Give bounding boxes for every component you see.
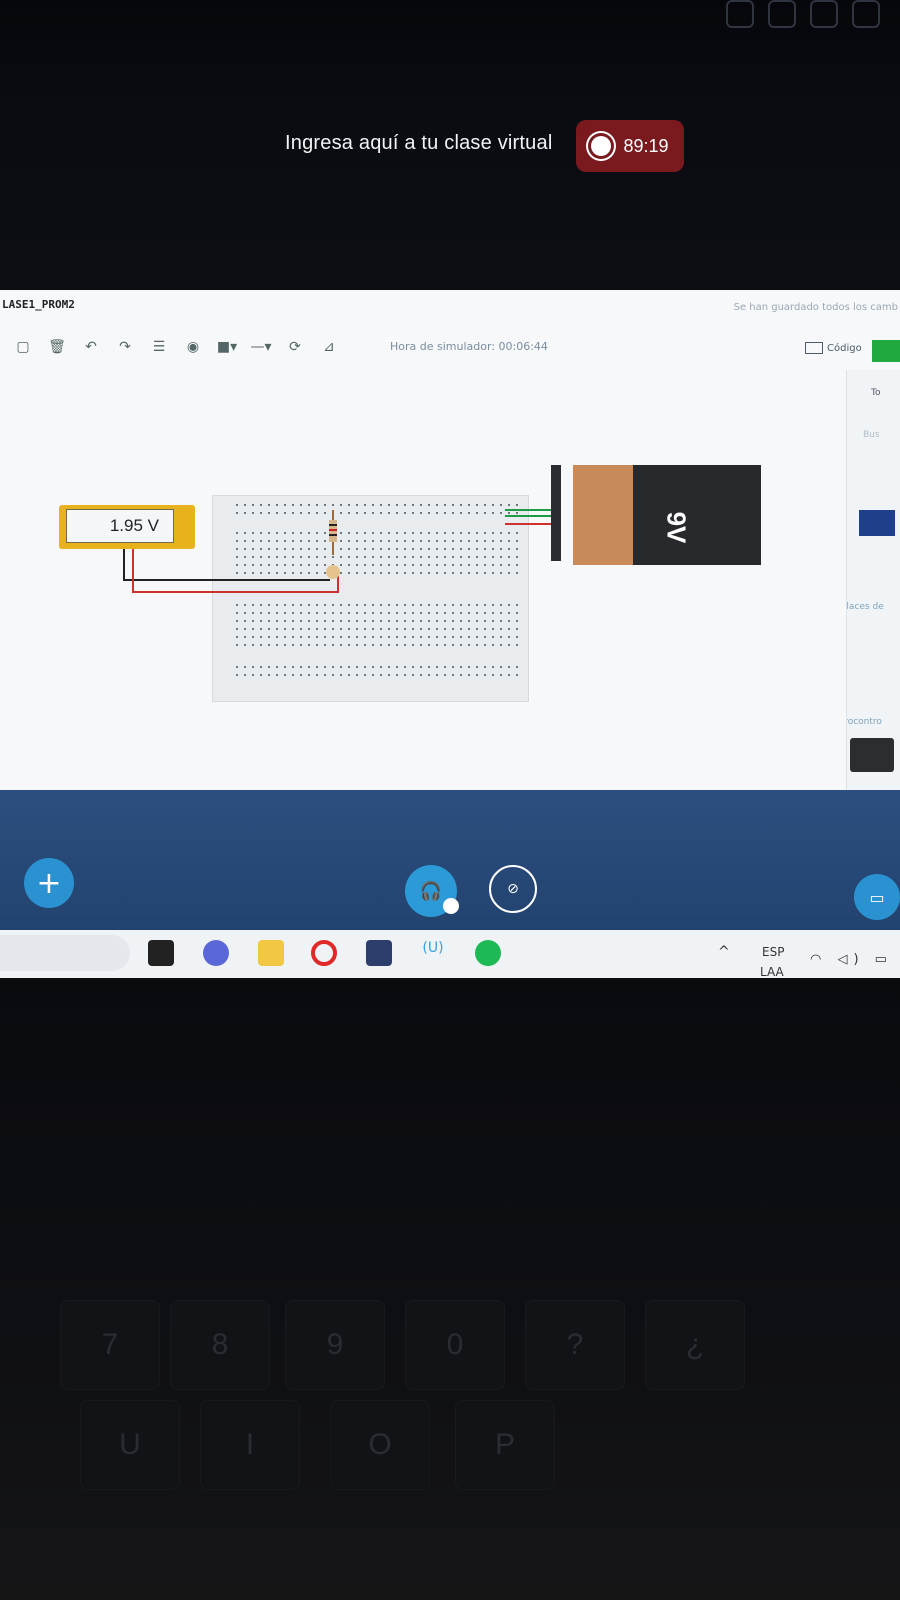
key-7: 7: [60, 1300, 160, 1390]
key-8: 8: [170, 1300, 270, 1390]
battery-connector[interactable]: [551, 465, 561, 561]
wires-layer: [123, 509, 551, 593]
spotify-icon[interactable]: [475, 940, 501, 966]
key-0: 0: [405, 1300, 505, 1390]
key-inverted-question: ¿: [645, 1300, 745, 1390]
key-i: I: [200, 1400, 300, 1490]
laptop-keyboard: [0, 978, 900, 1600]
app-icon[interactable]: (U): [420, 940, 446, 966]
sticky-notes-icon[interactable]: [366, 940, 392, 966]
multimeter-black-wire[interactable]: [123, 549, 330, 581]
key-question: ?: [525, 1300, 625, 1390]
add-button[interactable]: +: [24, 858, 74, 908]
key-o: O: [330, 1400, 430, 1490]
battery-green-wire[interactable]: [505, 509, 551, 517]
taskview-icon[interactable]: [148, 940, 174, 966]
camera-off-icon[interactable]: ⊘: [489, 865, 537, 913]
audio-status-dot: [443, 898, 459, 914]
file-explorer-icon[interactable]: [258, 940, 284, 966]
multimeter-display: 1.95 V: [66, 509, 174, 543]
chevron-up-icon[interactable]: ^: [718, 944, 730, 960]
input-language[interactable]: ESP: [762, 945, 784, 959]
battery-copper-band: [573, 465, 633, 565]
opera-icon[interactable]: [311, 940, 337, 966]
multimeter-red-wire[interactable]: [132, 549, 339, 593]
resistor[interactable]: [329, 510, 337, 555]
input-layout[interactable]: LAA: [760, 965, 784, 979]
battery-label: 9V: [661, 511, 692, 544]
key-9: 9: [285, 1300, 385, 1390]
teams-icon[interactable]: [203, 940, 229, 966]
share-screen-icon[interactable]: ▭: [854, 874, 900, 920]
key-u: U: [80, 1400, 180, 1490]
key-p: P: [455, 1400, 555, 1490]
system-tray-icons[interactable]: ◠ ◁) ▭: [810, 952, 893, 967]
led[interactable]: [326, 565, 340, 579]
taskbar-search[interactable]: [0, 935, 130, 971]
